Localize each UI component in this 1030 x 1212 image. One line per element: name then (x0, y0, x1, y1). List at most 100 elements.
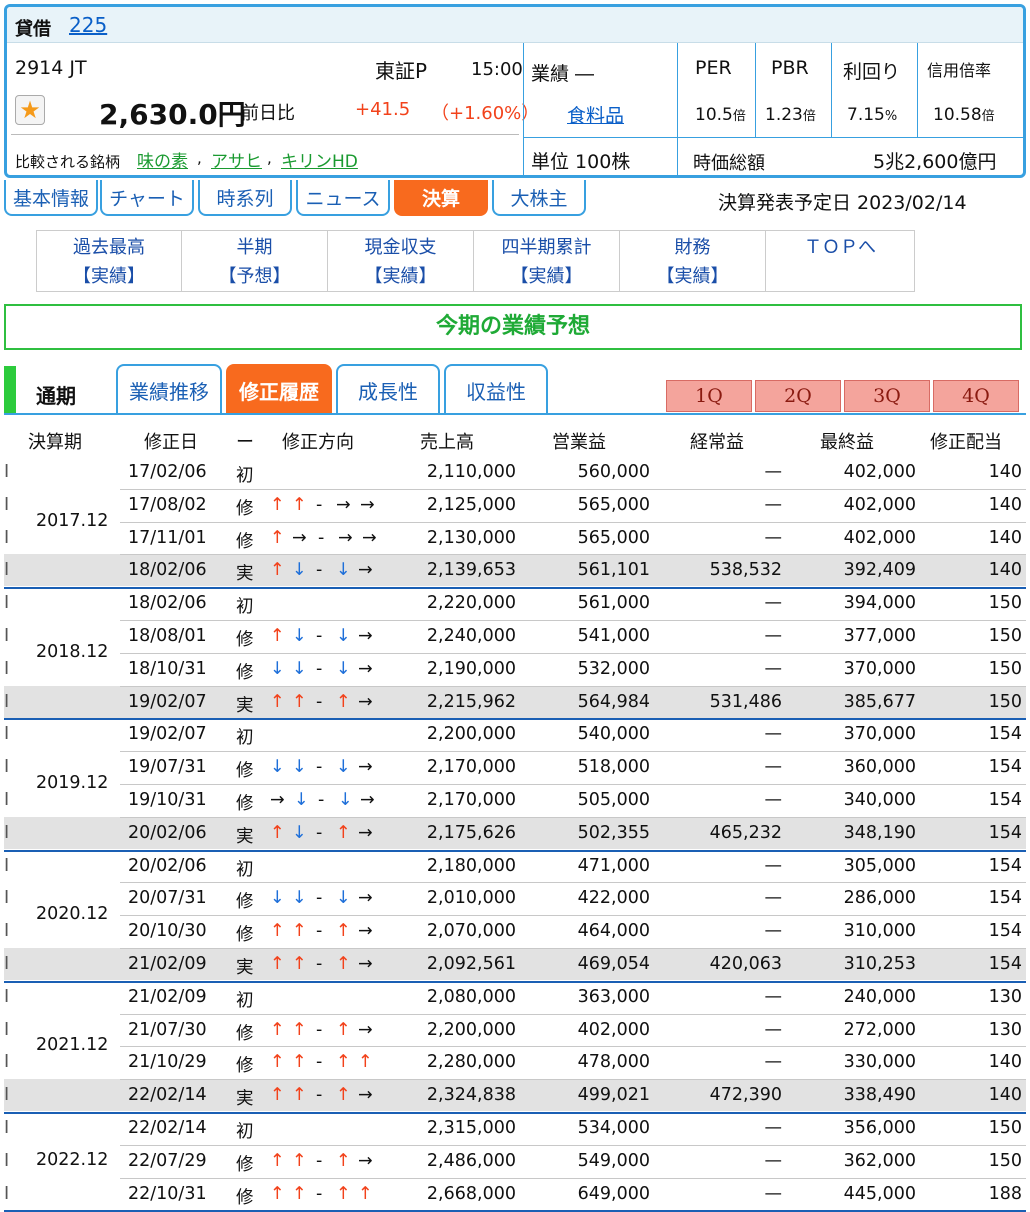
cell-v: 150 (988, 593, 1022, 614)
table-row: I 20/02/06 実 ↑ ↓ - ↑ → 2,175,626 502,355 465,232 34… (4, 816, 1026, 849)
comma: , (197, 149, 202, 167)
cell-n: 402,000 (843, 494, 916, 515)
row-marker: I (4, 1150, 10, 1171)
cell-n: 338,490 (843, 1085, 916, 1106)
subtab-cash-flow[interactable]: 現金収支 【実績】 (327, 230, 474, 292)
tab-major-shareholders[interactable]: 大株主 (492, 180, 586, 216)
favorite-star-icon[interactable]: ★ (15, 95, 45, 125)
dash: - (316, 757, 323, 778)
cell-s: 2,668,000 (426, 1183, 516, 1204)
tab-basic-info[interactable]: 基本情報 (4, 180, 98, 216)
cell-r: — (764, 1118, 783, 1138)
tab-profitability[interactable]: 収益性 (444, 364, 548, 414)
compare-link-ajinomoto[interactable]: 味の素 (137, 147, 188, 172)
row-marker: I (4, 855, 10, 876)
nikkei-225-link[interactable]: 225 (69, 13, 107, 37)
table-row: I 21/10/29 修 ↑ ↑ - ↑ ↑ 2,280,000 478,000—330,000 1… (4, 1046, 1026, 1078)
tab-performance-trend[interactable]: 業績推移 (116, 364, 222, 414)
tab-revision-history[interactable]: 修正履歴 (226, 364, 332, 414)
compare-link-asahi[interactable]: アサヒ (211, 147, 262, 172)
subtab-financials[interactable]: 財務 【実績】 (619, 230, 766, 292)
tab-news[interactable]: ニュース (296, 180, 390, 216)
quarter-4q-button[interactable]: 4Q (933, 380, 1019, 412)
cell-v: 130 (988, 1019, 1022, 1040)
right-arrow-icon: → (292, 527, 307, 548)
compare-link-kirin[interactable]: キリンHD (281, 147, 358, 172)
row-divider (120, 784, 1026, 785)
cell-v: 154 (988, 822, 1022, 843)
cell-r: — (764, 1052, 783, 1073)
revision-date: 20/07/31 (128, 888, 207, 909)
row-divider (120, 620, 1026, 621)
margin-label: 貸借 (15, 19, 51, 40)
quarter-1q-button[interactable]: 1Q (666, 380, 752, 412)
subtab-title: 財務 (674, 237, 711, 258)
cell-n: 394,000 (843, 593, 916, 614)
col-header-net-profit: 最終益 (820, 432, 874, 453)
quarter-2q-button[interactable]: 2Q (755, 380, 841, 412)
divider (523, 137, 677, 138)
col-header-dividend: 修正配当 (930, 432, 1002, 453)
down-arrow-icon: ↓ (270, 757, 285, 778)
col-header-type: ー (236, 432, 254, 453)
down-arrow-icon: ↓ (336, 560, 351, 581)
subtab-half-year[interactable]: 半期 【予想】 (181, 230, 328, 292)
row-marker: I (4, 593, 10, 614)
dash: - (316, 1085, 323, 1106)
cell-v: 140 (988, 560, 1022, 581)
right-arrow-icon: → (358, 1150, 373, 1171)
subtab-sub: 【実績】 (364, 266, 437, 287)
subtab-top[interactable]: ＴＯＰへ (765, 230, 915, 292)
col-header-ordinary-profit: 経常益 (690, 432, 744, 453)
cell-n: 330,000 (843, 1052, 916, 1073)
dash: - (316, 560, 323, 581)
tab-time-series[interactable]: 時系列 (198, 180, 292, 216)
margin-ratio-unit: 倍 (981, 109, 995, 124)
revision-date: 22/02/14 (128, 1118, 207, 1138)
revision-date: 21/02/09 (128, 986, 207, 1007)
row-divider (120, 554, 1026, 556)
revision-date: 21/10/29 (128, 1052, 207, 1073)
subtab-title: 四半期累計 (501, 237, 592, 258)
up-arrow-icon: ↑ (270, 822, 285, 843)
table-row: I 17/11/01 修 ↑ → - → → 2,130,000 565,000—402,000 1… (4, 522, 1026, 554)
row-divider (120, 1079, 1026, 1081)
cell-o: 502,355 (577, 822, 650, 843)
fiscal-period-label: 2018.12 (36, 641, 109, 662)
quarter-3q-button[interactable]: 3Q (844, 380, 930, 412)
cell-n: 310,253 (843, 954, 916, 974)
right-arrow-icon: → (358, 626, 373, 646)
tab-chart[interactable]: チャート (100, 180, 194, 216)
down-arrow-icon: ↓ (336, 888, 351, 909)
cell-o: 534,000 (577, 1118, 650, 1138)
subtab-sub: 【実績】 (656, 266, 729, 287)
up-arrow-icon: ↑ (270, 954, 285, 974)
pbr-value: 1.23倍 (765, 105, 816, 125)
dash: - (316, 1150, 323, 1171)
down-arrow-icon: ↓ (292, 757, 307, 778)
market-cap-label: 時価総額 (693, 153, 765, 174)
cell-v: 150 (988, 658, 1022, 679)
revision-date: 19/07/31 (128, 757, 207, 778)
revision-type: 修 (236, 1023, 254, 1044)
forecast-banner: 今期の業績予想 (4, 304, 1022, 350)
industry-link[interactable]: 食料品 (567, 101, 624, 128)
subtab-quarterly-cumulative[interactable]: 四半期累計 【実績】 (473, 230, 620, 292)
subtab-sub: 【実績】 (73, 266, 145, 287)
cell-s: 2,092,561 (426, 954, 516, 974)
col-header-period: 決算期 (28, 432, 82, 453)
tab-earnings[interactable]: 決算 (394, 180, 488, 216)
right-arrow-icon: → (362, 527, 377, 548)
down-arrow-icon: ↓ (294, 790, 309, 810)
up-arrow-icon: ↑ (270, 494, 285, 515)
table-row: I 22/02/14 実 ↑ ↑ - ↑ → 2,324,838 499,021 472,390 33… (4, 1079, 1026, 1112)
tab-growth[interactable]: 成長性 (336, 364, 440, 414)
up-arrow-icon: ↑ (336, 1183, 351, 1204)
table-row: I 19/02/07 実 ↑ ↑ - ↑ → 2,215,962 564,984 531,486 38… (4, 685, 1026, 718)
performance-label: 業績 ― (531, 63, 595, 85)
up-arrow-icon: ↑ (270, 691, 285, 712)
dash: - (316, 658, 323, 679)
subtab-record-high[interactable]: 過去最高 【実績】 (36, 230, 182, 292)
cell-v: 154 (988, 888, 1022, 909)
revision-type: 実 (236, 695, 254, 716)
